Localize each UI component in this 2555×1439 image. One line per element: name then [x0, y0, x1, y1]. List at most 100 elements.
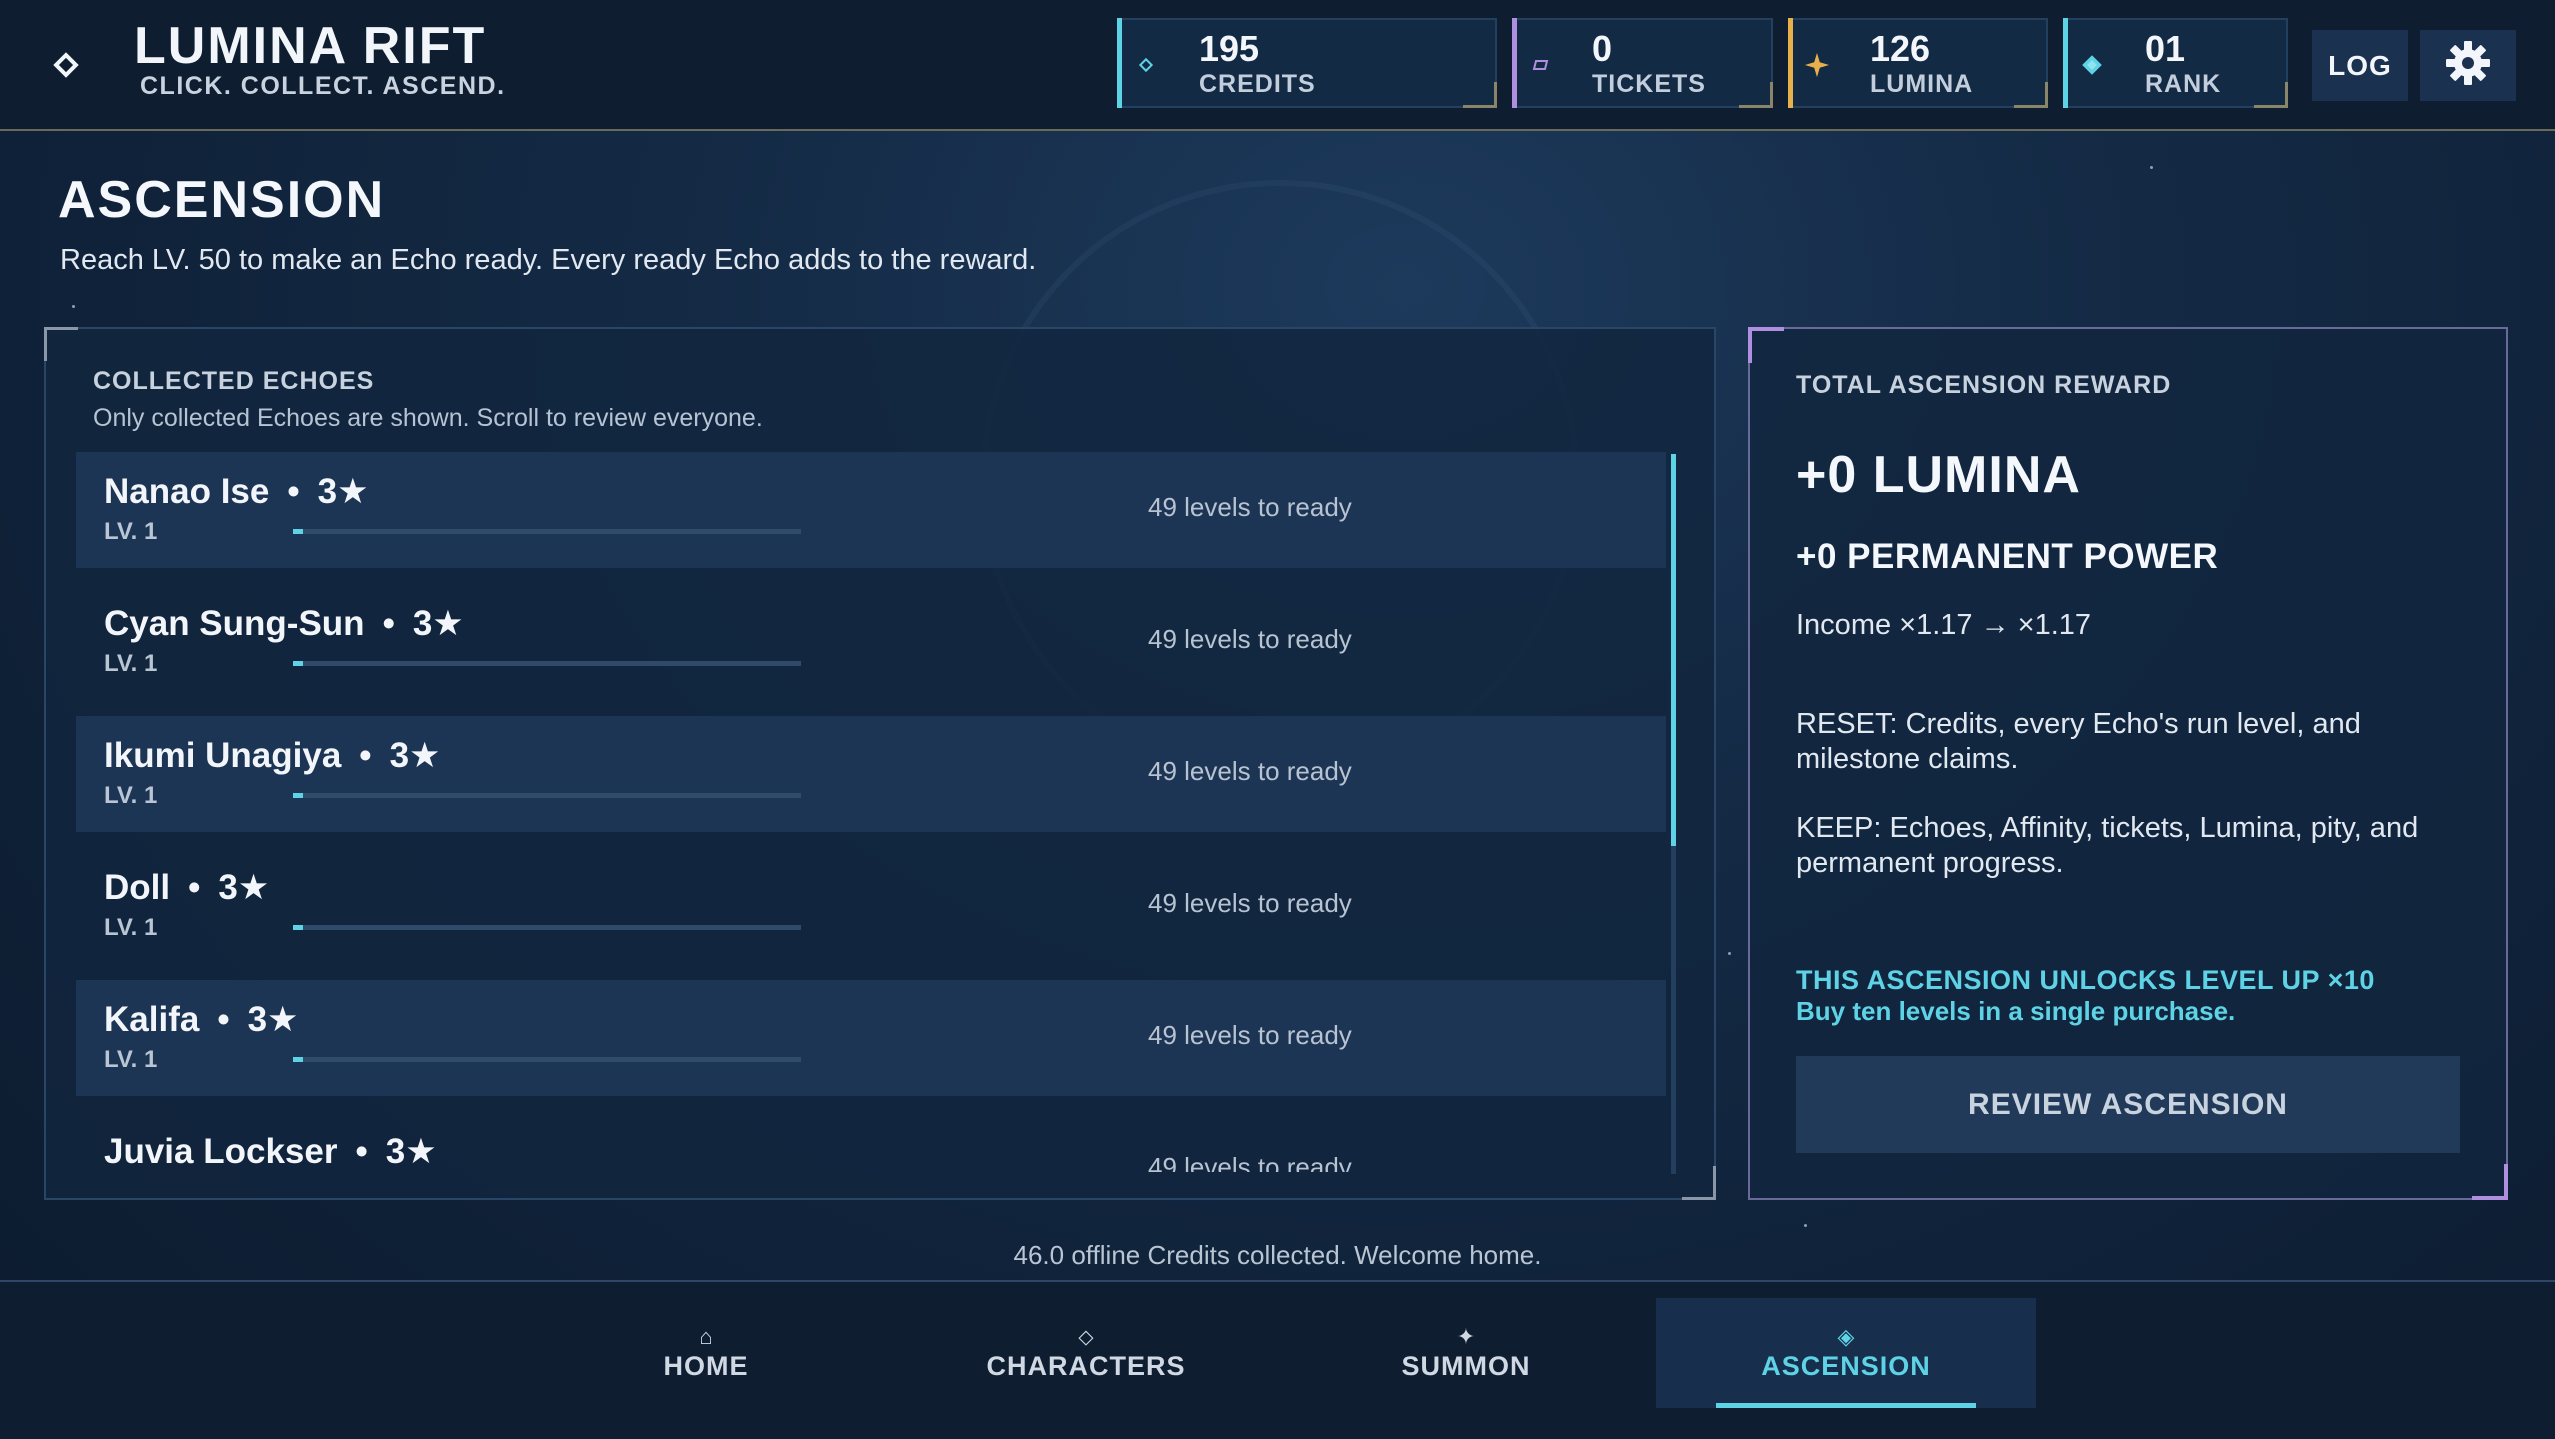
echo-progress-bar: [293, 793, 801, 798]
echo-progress-fill: [293, 793, 304, 798]
echo-row[interactable]: Doll • 3★ LV. 1 49 levels to ready: [76, 848, 1666, 964]
unlock-title: THIS ASCENSION UNLOCKS LEVEL UP ×10: [1796, 965, 2375, 995]
echo-row[interactable]: Juvia Lockser•3★LV. 149 levels to ready: [76, 1112, 1666, 1172]
echo-status: 49 levels to ready: [1148, 492, 1352, 522]
tickets-label: TICKETS: [1592, 70, 1706, 98]
lumina-label: LUMINA: [1870, 70, 1974, 98]
credits-diamond-icon: [1133, 52, 1159, 78]
rank-gem-icon: [2079, 52, 2105, 78]
app-tagline: CLICK. COLLECT. ASCEND.: [140, 72, 506, 100]
nav-characters-label: CHARACTERS: [986, 1350, 1186, 1381]
echo-name: Cyan Sung-Sun • 3★: [104, 604, 464, 643]
echo-status: 49 levels to ready: [1148, 1152, 1352, 1172]
tickets-stat: 0 TICKETS: [1512, 18, 1773, 108]
echo-name-text: Juvia Lockser: [104, 1132, 338, 1171]
page-title: ASCENSION: [58, 171, 386, 229]
tickets-value: 0: [1592, 28, 1613, 69]
reward-lumina: +0 LUMINA: [1796, 446, 2081, 504]
characters-diamond-icon: ⬦: [1078, 1323, 1094, 1349]
echo-name-text: Ikumi Unagiya: [104, 736, 342, 775]
page-description: Reach LV. 50 to make an Echo ready. Ever…: [60, 244, 1037, 276]
rank-stat: 01 RANK: [2063, 18, 2288, 108]
echo-progress-fill: [293, 925, 304, 930]
credits-value: 195: [1199, 28, 1260, 69]
panel-title: COLLECTED ECHOES: [93, 367, 375, 395]
summon-star-icon: ✦: [1456, 1323, 1476, 1349]
echo-name-text: Nanao Ise: [104, 472, 270, 511]
echo-status: 49 levels to ready: [1148, 624, 1352, 654]
active-tab-indicator: [1716, 1403, 1976, 1408]
echo-level: LV. 1: [104, 518, 158, 545]
echo-progress-fill: [293, 661, 304, 666]
nav-ascension-label: ASCENSION: [1761, 1350, 1931, 1381]
rank-value: 01: [2145, 28, 2186, 69]
ticket-icon: [1528, 52, 1554, 78]
offline-message: 46.0 offline Credits collected. Welcome …: [1013, 1240, 1542, 1270]
echo-row[interactable]: Cyan Sung-Sun • 3★ LV. 1 49 levels to ready: [76, 584, 1666, 700]
ascension-reward-panel: TOTAL ASCENSION REWARD +0 LUMINA +0 PERM…: [1748, 327, 2508, 1200]
lumina-value: 126: [1870, 28, 1931, 69]
panel-subtitle: Only collected Echoes are shown. Scroll …: [93, 404, 763, 432]
echo-name: Nanao Ise • 3★: [104, 472, 369, 511]
echo-name-text: Cyan Sung-Sun: [104, 604, 365, 643]
echo-name: Doll • 3★: [104, 868, 270, 907]
echo-progress-bar: [293, 529, 801, 534]
echo-stars: 3★: [317, 472, 369, 511]
log-button[interactable]: LOG: [2312, 30, 2408, 101]
echo-list[interactable]: Nanao Ise • 3★ LV. 1 49 levels to ready Cyan …: [76, 452, 1666, 1172]
echo-name-text: Kalifa: [104, 1000, 200, 1039]
echo-progress-bar: [293, 661, 801, 666]
ascension-gem-icon: ◈: [1837, 1323, 1855, 1349]
gear-icon: [2444, 39, 2492, 92]
echo-name-text: Doll: [104, 868, 171, 907]
echo-level: LV. 1: [104, 782, 158, 809]
echo-row[interactable]: Ikumi Unagiya • 3★ LV. 1 49 levels to ready: [76, 716, 1666, 832]
echo-name: Juvia Lockser • 3★: [104, 1132, 437, 1171]
rank-label: RANK: [2145, 70, 2222, 98]
echo-level: LV. 1: [104, 914, 158, 941]
echo-stars: 3★: [385, 1132, 437, 1171]
collected-echoes-panel: COLLECTED ECHOES Only collected Echoes a…: [44, 327, 1716, 1200]
echo-status: 49 levels to ready: [1148, 888, 1352, 918]
nav-ascension[interactable]: ◈ ASCENSION: [1656, 1298, 2036, 1408]
echo-progress-bar: [293, 1057, 801, 1062]
echo-stars: 3★: [247, 1000, 299, 1039]
scrollbar[interactable]: [1671, 454, 1676, 1174]
reward-income: Income ×1.17 → ×1.17: [1796, 609, 2092, 641]
lumina-star-icon: [1804, 52, 1830, 78]
settings-button[interactable]: [2420, 30, 2516, 101]
logo-diamond-icon: [51, 50, 81, 80]
echo-progress-bar: [293, 925, 801, 930]
nav-summon[interactable]: ✦ SUMMON: [1276, 1298, 1656, 1408]
keep-info: KEEP: Echoes, Affinity, tickets, Lumina,…: [1796, 812, 2419, 879]
echo-name: Kalifa • 3★: [104, 1000, 299, 1039]
reward-power: +0 PERMANENT POWER: [1796, 537, 2219, 576]
echo-status: 49 levels to ready: [1148, 1020, 1352, 1050]
echo-stars: 3★: [389, 736, 441, 775]
echo-stars: 3★: [218, 868, 270, 907]
echo-name: Ikumi Unagiya • 3★: [104, 736, 441, 775]
echo-status: 49 levels to ready: [1148, 756, 1352, 786]
review-ascension-button[interactable]: REVIEW ASCENSION: [1796, 1056, 2460, 1153]
app-title: LUMINA RIFT: [134, 17, 487, 75]
reward-title: TOTAL ASCENSION REWARD: [1796, 371, 2172, 399]
unlock-subtitle: Buy ten levels in a single purchase.: [1796, 996, 2236, 1026]
nav-home[interactable]: ⌂ HOME: [516, 1298, 896, 1408]
top-bar: LUMINA RIFT CLICK. COLLECT. ASCEND. 195 …: [0, 0, 2555, 131]
bottom-nav: ⌂ HOME ⬦ CHARACTERS ✦ SUMMON ◈ ASCENSION: [0, 1280, 2555, 1439]
echo-row[interactable]: Nanao Ise • 3★ LV. 1 49 levels to ready: [76, 452, 1666, 568]
nav-characters[interactable]: ⬦ CHARACTERS: [896, 1298, 1276, 1408]
echo-row[interactable]: Kalifa • 3★ LV. 1 49 levels to ready: [76, 980, 1666, 1096]
echo-progress-fill: [293, 1057, 304, 1062]
lumina-stat: 126 LUMINA: [1788, 18, 2048, 108]
home-icon: ⌂: [699, 1323, 713, 1349]
scrollbar-thumb[interactable]: [1671, 454, 1676, 846]
nav-summon-label: SUMMON: [1401, 1350, 1531, 1381]
echo-level: LV. 1: [104, 650, 158, 677]
credits-stat: 195 CREDITS: [1117, 18, 1497, 108]
credits-label: CREDITS: [1199, 70, 1316, 98]
echo-stars: 3★: [412, 604, 464, 643]
echo-progress-fill: [293, 529, 304, 534]
nav-home-label: HOME: [663, 1350, 749, 1381]
reset-info: RESET: Credits, every Echo's run level, …: [1796, 708, 2361, 775]
